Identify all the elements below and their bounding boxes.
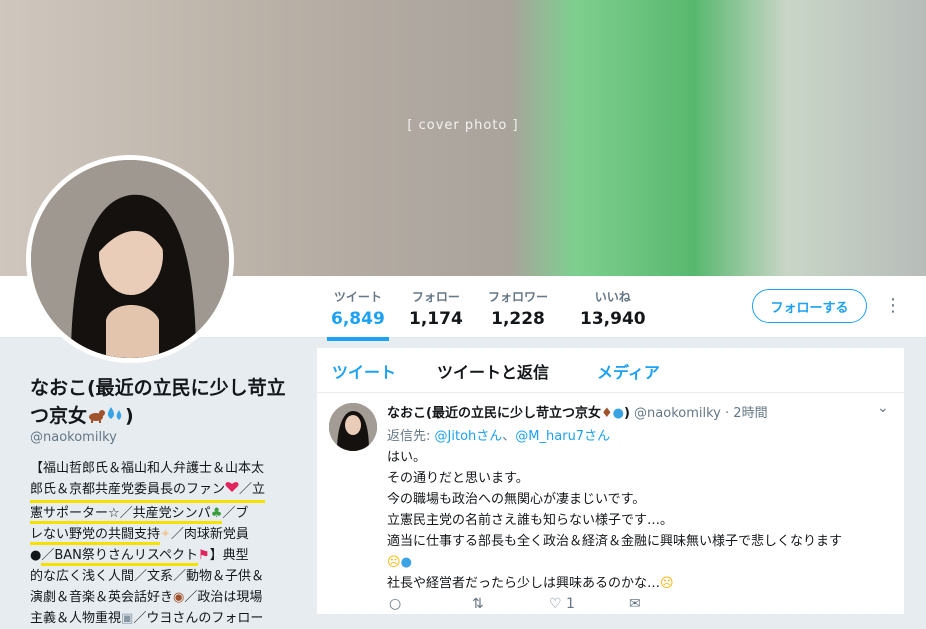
- like-count: 1: [566, 596, 575, 612]
- tweet-avatar[interactable]: [329, 403, 377, 451]
- stat-followers-value: 1,228: [491, 309, 545, 329]
- tweet-author-handle[interactable]: @naokomilky: [634, 406, 721, 421]
- tab-media[interactable]: メディア: [597, 359, 660, 383]
- bio-line-10: 的な広く浅く人間／文系／動物＆子供＆: [30, 569, 265, 584]
- stat-followers-label: フォロワー: [488, 290, 549, 304]
- tree-icon: ☆: [108, 506, 120, 521]
- sweat-droplets-icon: ●: [612, 406, 624, 421]
- tweet-line-6: 社長や経営者だったら少しは興味あるのかな…: [387, 576, 661, 591]
- reply-prefix: 返信先:: [387, 429, 431, 444]
- stat-tweets-value: 6,849: [331, 309, 385, 329]
- flag-icon: ⚑: [197, 548, 210, 563]
- sweat-droplets-icon: [105, 403, 125, 431]
- tab-tweets-replies[interactable]: ツイートと返信: [437, 359, 549, 383]
- like-icon[interactable]: ♡ 1: [549, 596, 575, 612]
- sad-face-icon: ☹: [660, 576, 674, 591]
- profile-bio: 【福山哲郎氏＆福山和人弁護士＆山本太 郎氏＆京都共産党委員長のファン ／立 憲サポ…: [30, 458, 295, 629]
- timeline-tabs: ツイート ツイートと返信 メディア: [317, 348, 904, 393]
- bio-line-12: ／政治は現場: [184, 590, 263, 605]
- bio-line-14: ／ウヨさんのフォロー: [133, 611, 264, 626]
- tweet-line-6-wrap: 社長や経営者だったら少しは興味あるのかな…☹: [387, 573, 674, 594]
- bio-sep-1: ／立: [239, 482, 266, 497]
- dog-emoji-icon: [87, 403, 106, 431]
- tweet-line-1: はい。: [387, 450, 427, 465]
- stat-followers[interactable]: フォロワー 1,228: [488, 288, 548, 329]
- follow-button[interactable]: フォローする: [752, 289, 867, 323]
- tweet-author-name[interactable]: なおこ(最近の立民に少し苛立つ京女: [387, 406, 601, 421]
- chevron-down-icon[interactable]: ⌄: [877, 400, 889, 416]
- bio-line-9: 】典型: [209, 548, 249, 563]
- profile-sidebar: なおこ(最近の立民に少し苛立つ京女) @naokomilky 【福山哲郎氏＆福山…: [0, 338, 300, 626]
- tweet-header: なおこ(最近の立民に少し苛立つ京女♦●) @naokomilky · 2時間: [387, 406, 768, 421]
- paw-icon: ●: [30, 548, 42, 563]
- bio-line-7: ／肉球新党員: [170, 527, 249, 542]
- banner-photo-placeholder: [ cover photo ]: [407, 118, 519, 133]
- profile-handle[interactable]: @naokomilky: [30, 430, 117, 445]
- more-options-icon[interactable]: ⋮: [884, 296, 902, 316]
- reply-icon[interactable]: ○: [389, 596, 401, 612]
- bio-line-8: ／BAN祭りさんリスペクト: [41, 548, 198, 563]
- message-icon[interactable]: ✉: [629, 596, 641, 612]
- bio-line-1: 【福山哲郎氏＆福山和人弁護士＆山本太: [30, 461, 265, 476]
- profile-name-text: なおこ(最近の立民に少し苛立つ京女: [30, 377, 286, 427]
- timeline: ツイート ツイートと返信 メディア なおこ(最近の立民に少し苛立つ京女♦●) @…: [317, 348, 904, 614]
- sweat-droplets-icon: ●: [400, 555, 412, 570]
- building-icon: ▣: [121, 611, 134, 626]
- heart-icon: [225, 479, 239, 500]
- handshake-icon: ✦: [160, 527, 171, 542]
- bio-line-13: 主義＆人物重視: [30, 611, 122, 626]
- tweet-emoji-line: ☹●: [387, 552, 412, 573]
- stat-following-label: フォロー: [411, 290, 460, 304]
- dog-emoji-icon: ♦: [600, 406, 613, 421]
- bio-line-11: 演劇＆音楽＆英会話好き: [30, 590, 174, 605]
- stat-tweets[interactable]: ツイート 6,849: [327, 288, 389, 341]
- stat-following[interactable]: フォロー 1,174: [409, 288, 463, 329]
- retweet-icon[interactable]: ⇅: [472, 596, 484, 612]
- stat-following-value: 1,174: [409, 309, 463, 329]
- tab-tweets[interactable]: ツイート: [332, 359, 396, 383]
- bio-line-2: 郎氏＆京都共産党委員長のファン: [30, 482, 226, 497]
- tweet-line-4: 立憲民主党の名前さえ誰も知らない様子です…。: [387, 513, 674, 528]
- bio-line-6: レない野党の共闘支持: [30, 527, 161, 542]
- bio-line-5: ／ブ: [222, 506, 249, 521]
- clover-icon: ♣: [210, 506, 223, 521]
- stat-likes[interactable]: いいね 13,940: [580, 288, 646, 329]
- reply-separator: 、: [502, 429, 516, 444]
- stat-tweets-label: ツイート: [333, 290, 382, 304]
- bio-line-4: ／共産党シンパ: [119, 506, 211, 521]
- tweet-line-2: その通りだと思います。: [387, 471, 529, 486]
- tweet-item[interactable]: なおこ(最近の立民に少し苛立つ京女♦●) @naokomilky · 2時間 ⌄…: [317, 394, 904, 614]
- reply-user-1[interactable]: @Jitohさん: [435, 429, 503, 444]
- bio-line-3: 憲サポーター: [30, 506, 109, 521]
- stat-likes-value: 13,940: [580, 309, 646, 329]
- tweet-line-5: 適当に仕事する部長も全く政治＆経済＆金融に興味無い様子で悲しくなります: [387, 534, 843, 549]
- profile-avatar[interactable]: [26, 155, 234, 363]
- reply-user-2[interactable]: @M_haru7さん: [515, 429, 610, 444]
- squirrel-icon: ◉: [173, 590, 185, 605]
- reply-to-line: 返信先: @Jitohさん、@M_haru7さん: [387, 425, 610, 444]
- tweet-line-3: 今の職場も政治への無関心が凄まじいです。: [387, 492, 646, 507]
- profile-name: なおこ(最近の立民に少し苛立つ京女): [30, 374, 300, 431]
- stat-likes-label: いいね: [594, 290, 631, 304]
- sad-face-icon: ☹: [387, 555, 401, 570]
- tweet-time[interactable]: 2時間: [733, 406, 767, 421]
